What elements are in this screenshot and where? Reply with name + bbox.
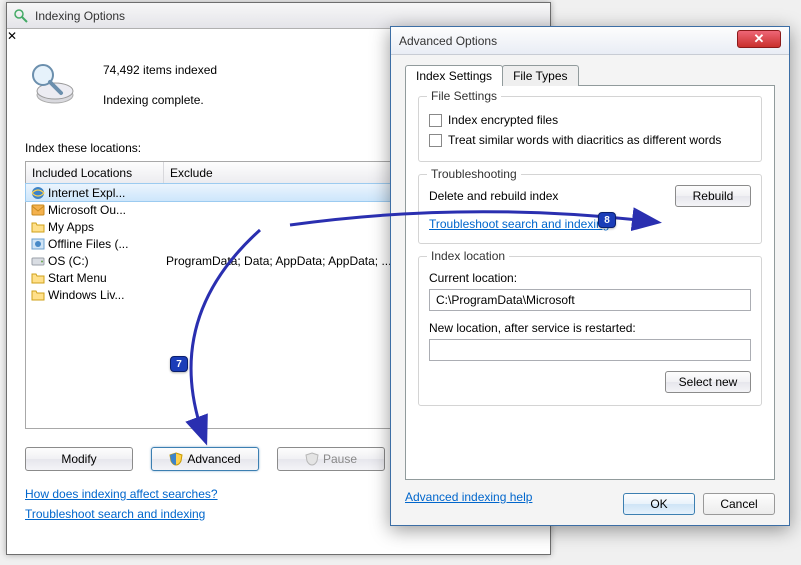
index-location-group: Index location Current location: C:\Prog… — [418, 256, 762, 406]
file-settings-group: File Settings Index encrypted files Trea… — [418, 96, 762, 162]
advanced-titlebar[interactable]: Advanced Options ✕ — [391, 27, 789, 55]
indexing-title: Indexing Options — [35, 9, 125, 23]
column-included[interactable]: Included Locations — [26, 162, 164, 183]
checkbox-index-encrypted[interactable] — [429, 114, 442, 127]
row-name: Start Menu — [48, 271, 164, 285]
cancel-button[interactable]: Cancel — [703, 493, 775, 515]
search-options-icon — [13, 8, 29, 24]
callout-step-7: 7 — [170, 356, 188, 372]
outlook-icon — [30, 202, 46, 218]
link-troubleshoot[interactable]: Troubleshoot search and indexing — [25, 507, 205, 521]
label-diacritics: Treat similar words with diacritics as d… — [448, 133, 721, 147]
index-location-legend: Index location — [427, 249, 509, 263]
modify-button[interactable]: Modify — [25, 447, 133, 471]
advanced-label: Advanced — [187, 452, 240, 466]
folder-icon — [30, 287, 46, 303]
new-location-label: New location, after service is restarted… — [429, 321, 751, 335]
tab-panel-index-settings: File Settings Index encrypted files Trea… — [405, 85, 775, 480]
troubleshooting-group: Troubleshooting Delete and rebuild index… — [418, 174, 762, 244]
rebuild-button[interactable]: Rebuild — [675, 185, 751, 207]
file-settings-legend: File Settings — [427, 89, 501, 103]
folder-icon — [30, 270, 46, 286]
row-exclude: ProgramData; Data; AppData; AppData; ... — [164, 254, 391, 268]
checkbox-diacritics[interactable] — [429, 134, 442, 147]
current-location-field[interactable]: C:\ProgramData\Microsoft — [429, 289, 751, 311]
folder-icon — [30, 219, 46, 235]
link-advanced-indexing-help[interactable]: Advanced indexing help — [405, 490, 532, 504]
callout-step-8: 8 — [598, 212, 616, 228]
label-index-encrypted: Index encrypted files — [448, 113, 558, 127]
row-name: Offline Files (... — [48, 237, 164, 251]
pause-button[interactable]: Pause — [277, 447, 385, 471]
advanced-options-window: Advanced Options ✕ Index Settings File T… — [390, 26, 790, 526]
tab-index-settings[interactable]: Index Settings — [405, 65, 503, 86]
row-name: Internet Expl... — [48, 186, 164, 200]
row-name: OS (C:) — [48, 254, 164, 268]
link-affect-searches[interactable]: How does indexing affect searches? — [25, 487, 218, 501]
tab-strip: Index Settings File Types — [405, 65, 775, 86]
ie-icon — [30, 185, 46, 201]
ok-button[interactable]: OK — [623, 493, 695, 515]
pause-label: Pause — [323, 452, 357, 466]
row-name: My Apps — [48, 220, 164, 234]
new-location-field[interactable] — [429, 339, 751, 361]
modify-label: Modify — [61, 452, 96, 466]
link-troubleshoot-search[interactable]: Troubleshoot search and indexing — [429, 217, 609, 231]
uac-shield-icon — [305, 452, 319, 466]
rebuild-label: Delete and rebuild index — [429, 189, 665, 203]
close-button[interactable]: ✕ — [737, 30, 781, 48]
select-new-button[interactable]: Select new — [665, 371, 751, 393]
items-indexed-text: 74,492 items indexed — [103, 63, 217, 77]
tab-file-types[interactable]: File Types — [502, 65, 578, 86]
offline-files-icon — [30, 236, 46, 252]
indexing-status-text: Indexing complete. — [103, 93, 217, 107]
magnifier-drive-icon — [25, 57, 77, 109]
current-location-label: Current location: — [429, 271, 751, 285]
advanced-title: Advanced Options — [399, 34, 497, 48]
uac-shield-icon — [169, 452, 183, 466]
row-name: Windows Liv... — [48, 288, 164, 302]
troubleshooting-legend: Troubleshooting — [427, 167, 521, 181]
row-name: Microsoft Ou... — [48, 203, 164, 217]
advanced-button[interactable]: Advanced — [151, 447, 259, 471]
drive-icon — [30, 253, 46, 269]
